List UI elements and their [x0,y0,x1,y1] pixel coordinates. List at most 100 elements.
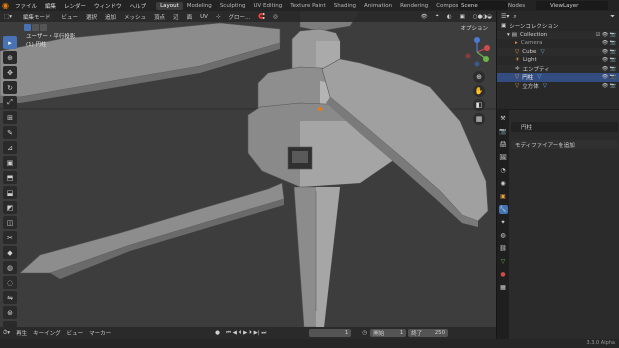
smooth-tool-icon[interactable]: ◌ [3,276,17,289]
outliner-filter-icon[interactable]: ⏷ [610,13,615,21]
tab-texture-paint[interactable]: Texture Paint [286,2,330,10]
tab-sculpting[interactable]: Sculpting [216,2,250,10]
world-tab-icon[interactable]: ◉ [499,179,508,188]
outliner-row-empty[interactable]: ✛ エンプティ 👁 📷 [497,64,619,73]
shear-tool-icon[interactable]: ▱ [3,321,17,327]
transform-orientation-dropdown[interactable]: グロー... [225,13,255,21]
timeline-editor-icon[interactable]: ⏱▾ [0,330,13,337]
record-icon[interactable]: ● [212,330,223,336]
menu-uv[interactable]: UV [196,14,212,20]
menu-window[interactable]: ウィンドウ [90,2,126,10]
expand-icon[interactable]: ▾ [507,32,510,38]
render-tab-icon[interactable]: 📷 [499,127,508,136]
bevel-tool-icon[interactable]: ◩ [3,201,17,214]
axis-gizmo-icon[interactable] [462,37,492,67]
loop-cut-tool-icon[interactable]: ◫ [3,216,17,229]
start-frame-field[interactable]: 開始 1 [370,329,407,337]
overlay-toggle-icon[interactable]: ◐ [443,14,456,20]
menu-face[interactable]: 面 [183,13,197,21]
proportional-edit-icon[interactable]: ◎ [269,14,282,20]
blender-logo-icon[interactable]: ◉ [0,0,11,11]
select-box-tool-icon[interactable]: ▸ [3,36,17,49]
visibility-toggles[interactable]: 👁 📷 [602,57,616,63]
timeline-menu-view[interactable]: ビュー [64,329,87,337]
outliner-row-cube[interactable]: ▽ Cube ▽ 👁 📷 [497,47,619,56]
knife-tool-icon[interactable]: ✂ [3,231,17,244]
annotate-tool-icon[interactable]: ✎ [3,126,17,139]
texture-tab-icon[interactable]: ▦ [499,283,508,292]
spin-tool-icon[interactable]: ◍ [3,261,17,274]
menu-render[interactable]: レンダー [60,2,90,10]
gizmo-toggle-icon[interactable]: ⌖ [432,13,443,20]
timeline-menu-marker[interactable]: マーカー [86,329,114,337]
tab-modeling[interactable]: Modeling [183,2,216,10]
menu-view[interactable]: ビュー [57,13,82,21]
timeline-menu-keying[interactable]: キーイング [30,329,64,337]
rotate-tool-icon[interactable]: ↻ [3,81,17,94]
inset-tool-icon[interactable]: ⬓ [3,186,17,199]
object-name-field[interactable]: 円柱 [511,122,618,132]
menu-select[interactable]: 選択 [82,13,101,21]
menu-add[interactable]: 追加 [101,13,120,21]
add-cube-tool-icon[interactable]: ▣ [3,156,17,169]
outliner-row-camera[interactable]: ▸ Camera 👁 📷 [497,39,619,48]
add-modifier-button[interactable]: モディファイアーを追加 [511,140,618,149]
playback-controls-icon[interactable]: ⏮ ◀ ⏴ ▶ ⏵ ▶| ⏭ [223,330,269,337]
menu-file[interactable]: ファイル [11,2,41,10]
visibility-toggles[interactable]: 👁 📷 [602,83,616,89]
edge-slide-tool-icon[interactable]: ⇋ [3,291,17,304]
measure-tool-icon[interactable]: ⊿ [3,141,17,154]
scene-tab-icon[interactable]: ◔ [499,166,508,175]
perspective-toggle-icon[interactable]: ▦ [473,113,485,125]
physics-tab-icon[interactable]: ◍ [499,231,508,240]
poly-build-tool-icon[interactable]: ◆ [3,246,17,259]
cursor-tool-icon[interactable]: ⊕ [3,51,17,64]
tab-shading[interactable]: Shading [330,2,360,10]
navigation-gizmo[interactable]: ⊕ ✋ ◧ ▦ [462,37,492,125]
constraints-tab-icon[interactable]: ⛓ [499,244,508,253]
timeline-menu-playback[interactable]: 再生 [13,329,30,337]
visibility-icon[interactable]: 👁 [417,14,432,20]
menu-help[interactable]: ヘルプ [126,2,151,10]
current-frame-field[interactable]: 1 [309,329,352,337]
extrude-tool-icon[interactable]: ⬒ [3,171,17,184]
outliner-editor-icon[interactable]: ☰▾ [501,13,509,20]
menu-edge[interactable]: 辺 [169,13,183,21]
vertex-select-icon[interactable] [24,23,31,31]
orientation-icon[interactable]: ⊹ [212,14,225,20]
menu-mesh[interactable]: メッシュ [120,13,150,21]
move-tool-icon[interactable]: ✥ [3,66,17,79]
preview-range-icon[interactable]: ◷ [359,330,370,336]
outliner-row-collection[interactable]: ▾ ▤ Collection ☑ 👁 📷 [497,30,619,39]
visibility-toggles[interactable]: 👁 📷 [602,49,616,55]
particles-tab-icon[interactable]: ✦ [499,218,508,227]
tab-uv-editing[interactable]: UV Editing [250,2,287,10]
data-tab-icon[interactable]: ▽ [499,257,508,266]
shrink-tool-icon[interactable]: ⊛ [3,306,17,319]
end-frame-field[interactable]: 終了 250 [408,329,449,337]
output-tab-icon[interactable]: 🖨 [499,140,508,149]
shading-modes-icon[interactable]: ○●◑◒ [469,14,496,20]
object-tab-icon[interactable]: ▣ [499,192,508,201]
tab-layout[interactable]: Layout [156,1,183,10]
outliner-row-light[interactable]: ☀ Light 👁 📷 [497,56,619,65]
visibility-toggles[interactable]: 👁 📷 [602,74,616,80]
face-select-icon[interactable] [40,23,47,31]
camera-view-icon[interactable]: ◧ [473,99,485,111]
menu-edit[interactable]: 編集 [41,2,60,10]
zoom-icon[interactable]: ⊕ [473,71,485,83]
view-layer-tab-icon[interactable]: 🖼 [499,153,508,162]
outliner-row-cube-jp[interactable]: ▽ 立方体 ▽ 👁 📷 [497,82,619,91]
scene-selector[interactable]: Scene [458,1,508,10]
editor-type-icon[interactable]: ⬚▾ [0,14,16,20]
visibility-toggles[interactable]: 👁 📷 [602,66,616,72]
outliner-row-cylinder[interactable]: ▽ 円柱 ▽ 👁 📷 [497,73,619,82]
scene-collection-row[interactable]: ▣ シーンコレクション [497,22,619,31]
visibility-toggles[interactable]: 👁 📷 [602,40,616,46]
edge-select-icon[interactable] [32,23,39,31]
mode-dropdown[interactable]: 編集モード [18,12,55,21]
pan-hand-icon[interactable]: ✋ [473,85,485,97]
options-button[interactable]: オプション [460,24,488,32]
transform-tool-icon[interactable]: ⊞ [3,111,17,124]
visibility-toggles[interactable]: ☑ 👁 📷 [596,32,616,38]
